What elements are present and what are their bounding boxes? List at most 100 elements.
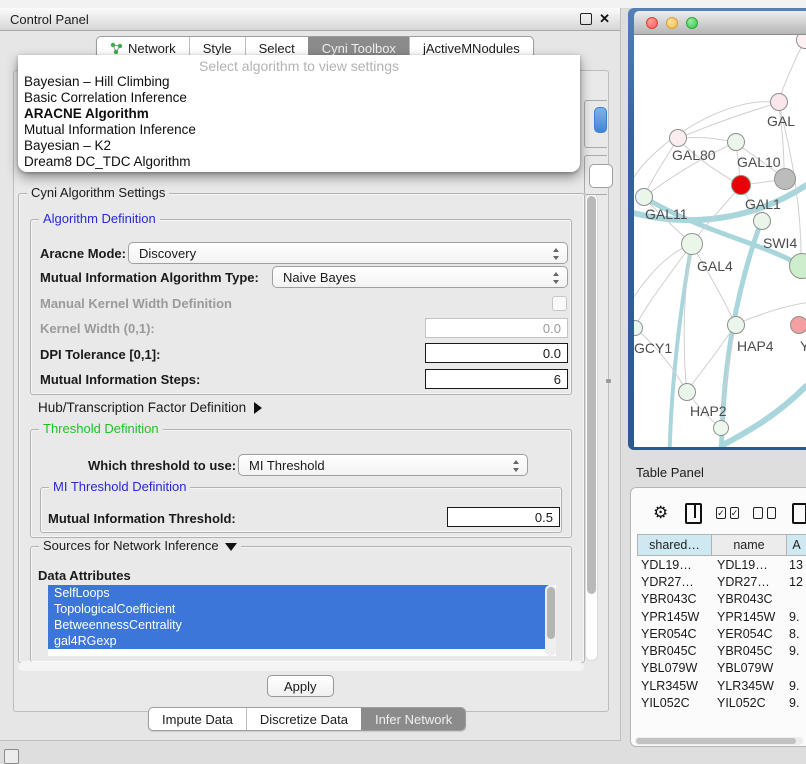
- sources-title-text: Sources for Network Inference: [43, 538, 219, 553]
- algorithm-dropdown-popup: Select algorithm to view settings Bayesi…: [18, 55, 580, 172]
- table-row[interactable]: YDR27…YDR27…12: [637, 573, 806, 590]
- minimize-traffic-light-icon[interactable]: [666, 17, 678, 29]
- algorithm-option[interactable]: Bayesian – K2: [24, 138, 574, 154]
- aracne-mode-combo[interactable]: Discovery: [128, 242, 568, 264]
- node-label: GAL1: [745, 196, 781, 212]
- table-column-header[interactable]: A: [787, 534, 806, 556]
- table-row[interactable]: YLR345WYLR345W9.: [637, 677, 806, 694]
- settings-gear-icon[interactable]: ⚙: [653, 503, 668, 523]
- dpi-tolerance-label: DPI Tolerance [0,1]:: [40, 347, 160, 362]
- network-node-gal11[interactable]: [635, 188, 653, 206]
- threshold-definition-title: Threshold Definition: [39, 421, 163, 436]
- tab-infer-network[interactable]: Infer Network: [361, 708, 465, 730]
- table-panel-window: ⚙ ✓ ✓ shared…nameA YDL19…YDL19…13YDR27…Y…: [630, 487, 806, 747]
- which-threshold-combo[interactable]: MI Threshold: [238, 454, 528, 476]
- mi-steps-field[interactable]: 6: [425, 369, 568, 389]
- select-all-checkbox-icon[interactable]: ✓: [716, 507, 726, 519]
- settings-vertical-scrollbar[interactable]: [585, 193, 598, 661]
- table-column-header[interactable]: shared…: [637, 534, 712, 556]
- mi-threshold-field[interactable]: 0.5: [447, 507, 560, 527]
- network-node-gal80[interactable]: [669, 129, 687, 147]
- table-header-row: shared…nameA: [637, 534, 806, 556]
- table-cell: YDR27…: [712, 575, 787, 589]
- data-attributes-list[interactable]: SelfLoopsTopologicalCoefficientBetweenne…: [48, 585, 556, 656]
- network-node-hap2[interactable]: [678, 383, 696, 401]
- algorithm-dropdown-placeholder: Select algorithm to view settings: [18, 58, 580, 74]
- table-rows: YDL19…YDL19…13YDR27…YDR27…12YBR043CYBR04…: [637, 556, 806, 724]
- data-attribute-item[interactable]: TopologicalCoefficient: [48, 601, 549, 617]
- node-label: SWI4: [763, 235, 797, 251]
- float-window-icon[interactable]: [580, 13, 592, 25]
- table-cell: 12: [787, 575, 806, 589]
- table-cell: YLR345W: [712, 679, 787, 693]
- tab-label: Infer Network: [375, 712, 452, 727]
- network-icon: [110, 42, 123, 55]
- combo-stepper-icon: [512, 459, 520, 473]
- data-attribute-item[interactable]: SelfLoops: [48, 585, 549, 601]
- hub-definition-toggle[interactable]: Hub/Transcription Factor Definition: [38, 400, 262, 415]
- network-node-hap4[interactable]: [727, 316, 745, 334]
- table-cell: YPR145W: [637, 610, 712, 624]
- tab-label: Select: [259, 41, 295, 56]
- control-panel-titlebar: Control Panel ✕: [0, 8, 620, 31]
- table-cell: YBR045C: [637, 644, 712, 658]
- node-label: GAL4: [697, 258, 733, 274]
- algorithm-option[interactable]: ARACNE Algorithm: [24, 106, 574, 122]
- network-window-titlebar[interactable]: [634, 11, 806, 35]
- data-attribute-item[interactable]: BetweennessCentrality: [48, 617, 549, 633]
- manual-kernel-checkbox[interactable]: [552, 296, 567, 311]
- network-node-gal1[interactable]: [731, 175, 751, 195]
- tab-discretize-data[interactable]: Discretize Data: [246, 708, 361, 730]
- column-layout-icon[interactable]: [685, 503, 702, 524]
- table-row[interactable]: YBL079WYBL079W: [637, 660, 806, 677]
- algorithm-option[interactable]: Bayesian – Hill Climbing: [24, 74, 574, 90]
- network-node-y[interactable]: [790, 316, 806, 334]
- network-node[interactable]: [713, 420, 729, 436]
- node-label: HAP2: [690, 403, 727, 419]
- network-node-gal10[interactable]: [727, 133, 745, 151]
- apply-button[interactable]: Apply: [267, 675, 334, 697]
- attributes-scrollbar[interactable]: [545, 585, 556, 656]
- close-panel-icon[interactable]: ✕: [599, 14, 610, 24]
- deselect-checkbox-icon[interactable]: [767, 507, 777, 519]
- data-attribute-item[interactable]: gal4RGexp: [48, 633, 549, 649]
- algorithm-option[interactable]: Dream8 DC_TDC Algorithm: [24, 154, 574, 170]
- zoom-traffic-light-icon[interactable]: [686, 17, 698, 29]
- network-node-swi4[interactable]: [753, 212, 771, 230]
- panel-splitter-handle[interactable]: [606, 379, 611, 383]
- tab-impute-data[interactable]: Impute Data: [149, 708, 246, 730]
- sources-group-title[interactable]: Sources for Network Inference: [39, 538, 241, 553]
- table-row[interactable]: YDL19…YDL19…13: [637, 556, 806, 573]
- network-node-gal[interactable]: [770, 93, 788, 111]
- close-traffic-light-icon[interactable]: [646, 17, 658, 29]
- mi-algorithm-type-combo[interactable]: Naive Bayes: [272, 266, 568, 288]
- network-node[interactable]: [774, 168, 796, 190]
- network-canvas[interactable]: GALGAL80GAL10GAL1GAL11SWI4GAL4GCY1HAP4YH…: [634, 35, 806, 447]
- network-node-gal4[interactable]: [681, 233, 703, 255]
- table-row[interactable]: YER054CYER054C8.: [637, 625, 806, 642]
- deselect-checkbox-icon[interactable]: [753, 507, 763, 519]
- algorithm-option[interactable]: Basic Correlation Inference: [24, 90, 574, 106]
- table-cell: YBL079W: [637, 661, 712, 675]
- select-all-checkbox-icon[interactable]: ✓: [730, 507, 740, 519]
- dpi-tolerance-field[interactable]: 0.0: [425, 343, 568, 363]
- manual-kernel-label: Manual Kernel Width Definition: [40, 296, 232, 311]
- table-row[interactable]: YPR145WYPR145W9.: [637, 608, 806, 625]
- table-cell: YIL052C: [637, 696, 712, 710]
- table-column-header[interactable]: name: [712, 534, 787, 556]
- table-cell: YBR043C: [712, 592, 787, 606]
- settings-horizontal-scrollbar[interactable]: [18, 662, 584, 671]
- table-row[interactable]: YIL052CYIL052C9.: [637, 694, 806, 711]
- table-row[interactable]: YBR043CYBR043C: [637, 591, 806, 608]
- kernel-width-field[interactable]: 0.0: [425, 318, 568, 338]
- document-icon[interactable]: [792, 503, 806, 524]
- table-horizontal-scrollbar[interactable]: [635, 737, 803, 745]
- algorithm-option[interactable]: Mutual Information Inference: [24, 122, 574, 138]
- network-view-window: GALGAL80GAL10GAL1GAL11SWI4GAL4GCY1HAP4YH…: [628, 8, 806, 450]
- which-threshold-value: MI Threshold: [249, 458, 325, 473]
- table-row[interactable]: YBR045CYBR045C9.: [637, 642, 806, 659]
- hub-definition-label: Hub/Transcription Factor Definition: [38, 400, 246, 415]
- combo-stepper-icon: [552, 271, 560, 285]
- control-panel-title: Control Panel: [10, 12, 89, 27]
- node-label: GAL10: [737, 154, 781, 170]
